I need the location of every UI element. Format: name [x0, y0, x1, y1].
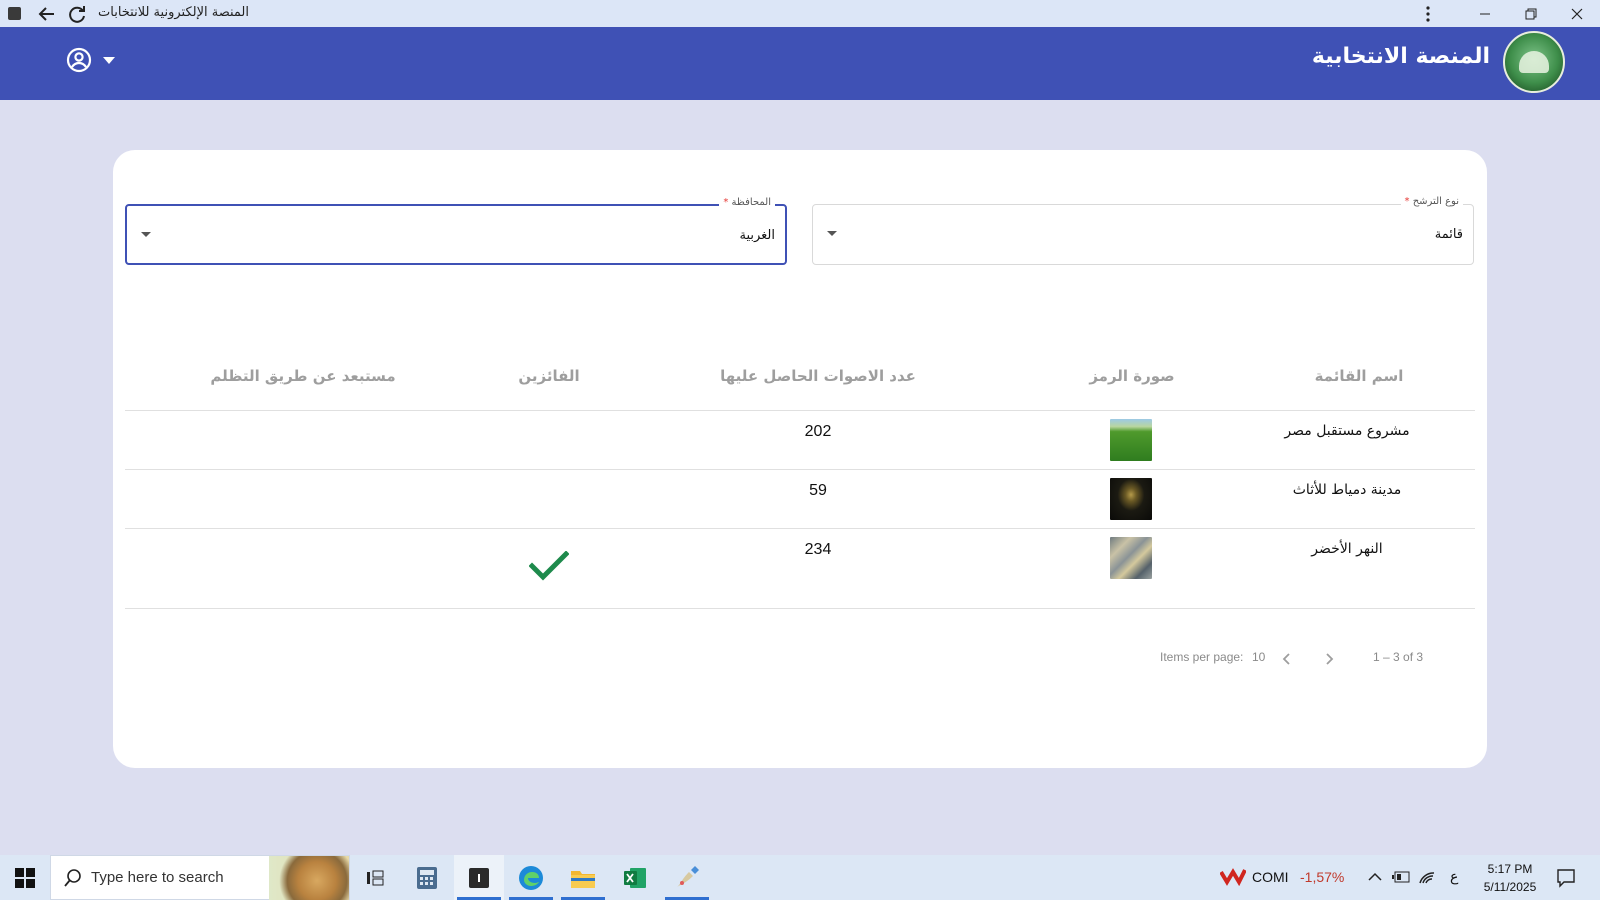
user-menu[interactable] [66, 47, 116, 73]
chevron-down-icon[interactable] [102, 55, 116, 65]
clock-time: 5:17 PM [1487, 862, 1533, 876]
governorate-select[interactable]: المحافظة * الغربية [125, 197, 787, 265]
reload-icon[interactable] [66, 3, 88, 25]
next-page-button[interactable] [1318, 648, 1340, 670]
taskbar-search-box[interactable]: Type here to search [50, 855, 350, 900]
votes-cell: 234 [804, 541, 832, 558]
notifications-icon[interactable] [1556, 868, 1576, 888]
page-range-label: 1 – 3 of 3 [1373, 650, 1424, 664]
symbol-image [1110, 419, 1152, 461]
table-header: اسم القائمة صورة الرمز عدد الاصوات الحاص… [125, 335, 1475, 411]
symbol-image [1110, 478, 1152, 520]
winner-check-icon [528, 550, 570, 585]
column-header-excluded[interactable]: مستبعد عن طريق التظلم [210, 367, 395, 385]
edge-icon[interactable] [506, 855, 556, 900]
wifi-icon[interactable] [1418, 869, 1436, 885]
more-options-icon[interactable] [1418, 4, 1438, 24]
table-row: النهر الأخضر 234 [125, 529, 1475, 609]
back-icon[interactable] [36, 3, 58, 25]
candidacy-type-label: نوع الترشح [1412, 196, 1459, 207]
battery-icon[interactable] [1392, 870, 1410, 884]
search-placeholder: Type here to search [91, 869, 224, 886]
governorate-label: المحافظة [731, 197, 771, 208]
account-circle-icon[interactable] [66, 47, 92, 73]
column-header-list-name[interactable]: اسم القائمة [1315, 367, 1404, 385]
taskbar-clock[interactable]: 5:17 PM 5/11/2025 [1480, 860, 1540, 896]
items-per-page-label: Items per page: [1160, 650, 1244, 664]
app-icon [8, 7, 21, 20]
stock-ticker-symbol[interactable]: COMI [1252, 869, 1289, 885]
search-highlight-image [269, 856, 349, 900]
search-icon [64, 869, 81, 887]
app-header: المنصة الانتخابية [0, 27, 1600, 100]
windows-taskbar: Type here to search COMI -1,57% ع 5:17 P… [0, 855, 1600, 900]
election-logo [1503, 31, 1565, 93]
required-mark: * [723, 197, 729, 208]
column-header-symbol[interactable]: صورة الرمز [1089, 367, 1174, 385]
table-row: مدينة دمياط للأثاث 59 [125, 470, 1475, 529]
windows-start-icon[interactable] [15, 868, 35, 888]
minimize-button[interactable] [1462, 0, 1508, 27]
votes-cell: 59 [809, 482, 827, 499]
list-name-cell: مدينة دمياط للأثاث [1292, 482, 1402, 498]
task-view-icon[interactable] [350, 855, 400, 900]
table-row: مشروع مستقبل مصر 202 [125, 411, 1475, 470]
column-header-winners[interactable]: الفائزين [518, 367, 579, 385]
list-name-cell: النهر الأخضر [1311, 541, 1383, 557]
app-title: المنصة الانتخابية [1311, 44, 1490, 69]
column-header-votes[interactable]: عدد الاصوات الحاصل عليها [720, 367, 916, 385]
dropdown-arrow-icon[interactable] [827, 231, 837, 236]
votes-cell: 202 [804, 423, 832, 440]
dropdown-arrow-icon[interactable] [141, 232, 151, 237]
input-language-indicator[interactable]: ع [1450, 868, 1458, 885]
stock-ticker-change[interactable]: -1,57% [1300, 869, 1344, 885]
chevron-up-icon[interactable] [1368, 871, 1382, 883]
paint-icon[interactable] [662, 855, 712, 900]
calculator-icon[interactable] [402, 855, 452, 900]
symbol-image [1110, 537, 1152, 579]
required-mark: * [1404, 196, 1410, 207]
page-size-select[interactable]: 10 [1252, 650, 1265, 664]
paginator: Items per page: 10 1 – 3 of 3 [113, 643, 1487, 673]
previous-page-button[interactable] [1276, 648, 1298, 670]
window-title: المنصة الإلكترونية للانتخابات [98, 5, 249, 20]
browser-app-icon[interactable] [454, 855, 504, 900]
results-card: المحافظة * الغربية نوع الترشح * قائمة اس… [113, 150, 1487, 768]
window-titlebar: المنصة الإلكترونية للانتخابات [0, 0, 1600, 27]
close-button[interactable] [1554, 0, 1600, 27]
candidacy-type-value: قائمة [1434, 227, 1463, 242]
stock-logo-icon [1220, 868, 1246, 886]
restore-button[interactable] [1508, 0, 1554, 27]
excel-icon[interactable] [610, 855, 660, 900]
candidacy-type-select[interactable]: نوع الترشح * قائمة [812, 196, 1474, 265]
results-table: اسم القائمة صورة الرمز عدد الاصوات الحاص… [125, 335, 1475, 609]
governorate-value: الغربية [739, 228, 775, 243]
list-name-cell: مشروع مستقبل مصر [1284, 423, 1410, 439]
clock-date: 5/11/2025 [1483, 880, 1537, 894]
file-explorer-icon[interactable] [558, 855, 608, 900]
